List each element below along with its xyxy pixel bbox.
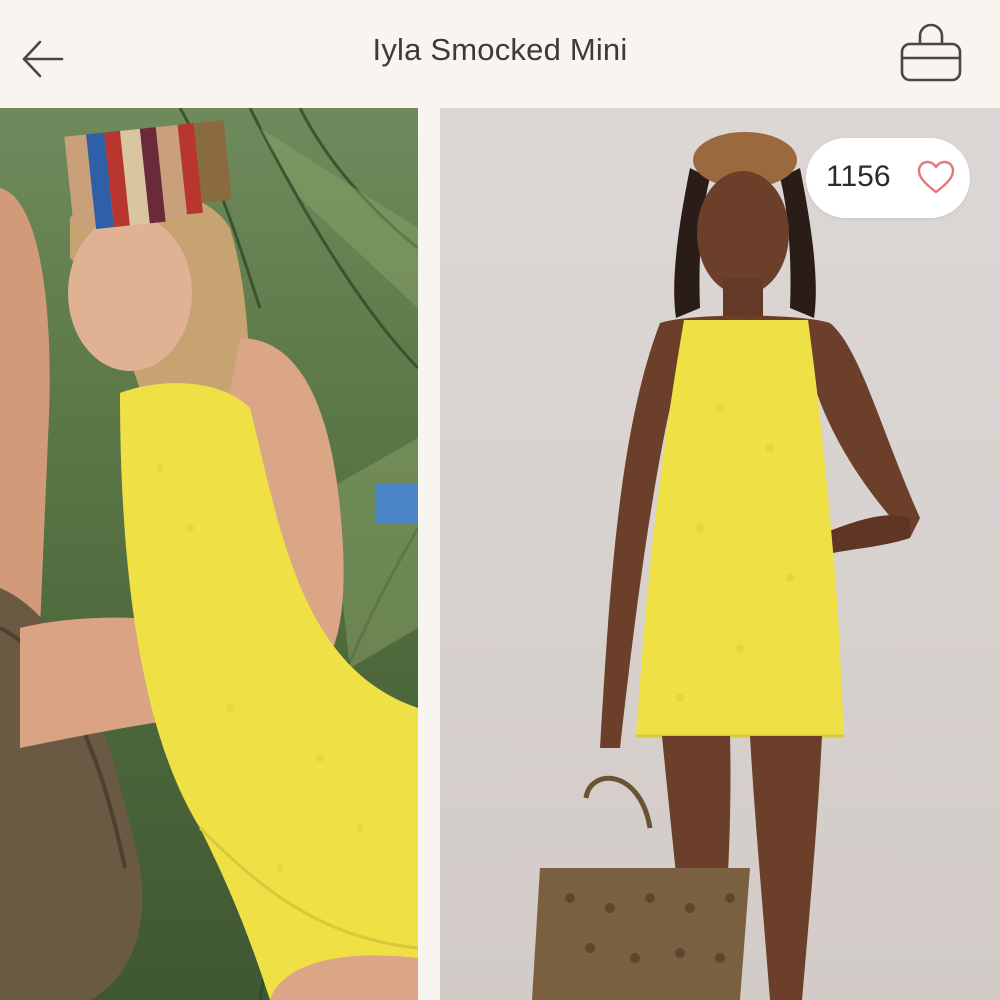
lifestyle-photo-illustration <box>0 108 418 1000</box>
photo-divider <box>418 108 440 1000</box>
studio-photo[interactable] <box>440 108 1000 1000</box>
like-button[interactable]: 1156 <box>806 138 970 218</box>
shopping-bag-icon <box>900 23 962 82</box>
page-title: Iyla Smocked Mini <box>372 32 628 67</box>
lifestyle-photo[interactable] <box>0 108 418 1000</box>
app-header: Iyla Smocked Mini <box>0 0 1000 109</box>
like-count: 1156 <box>826 160 891 193</box>
studio-photo-illustration <box>532 132 920 1000</box>
shopping-bag-button[interactable] <box>896 18 966 88</box>
heart-outline-icon <box>916 158 956 198</box>
